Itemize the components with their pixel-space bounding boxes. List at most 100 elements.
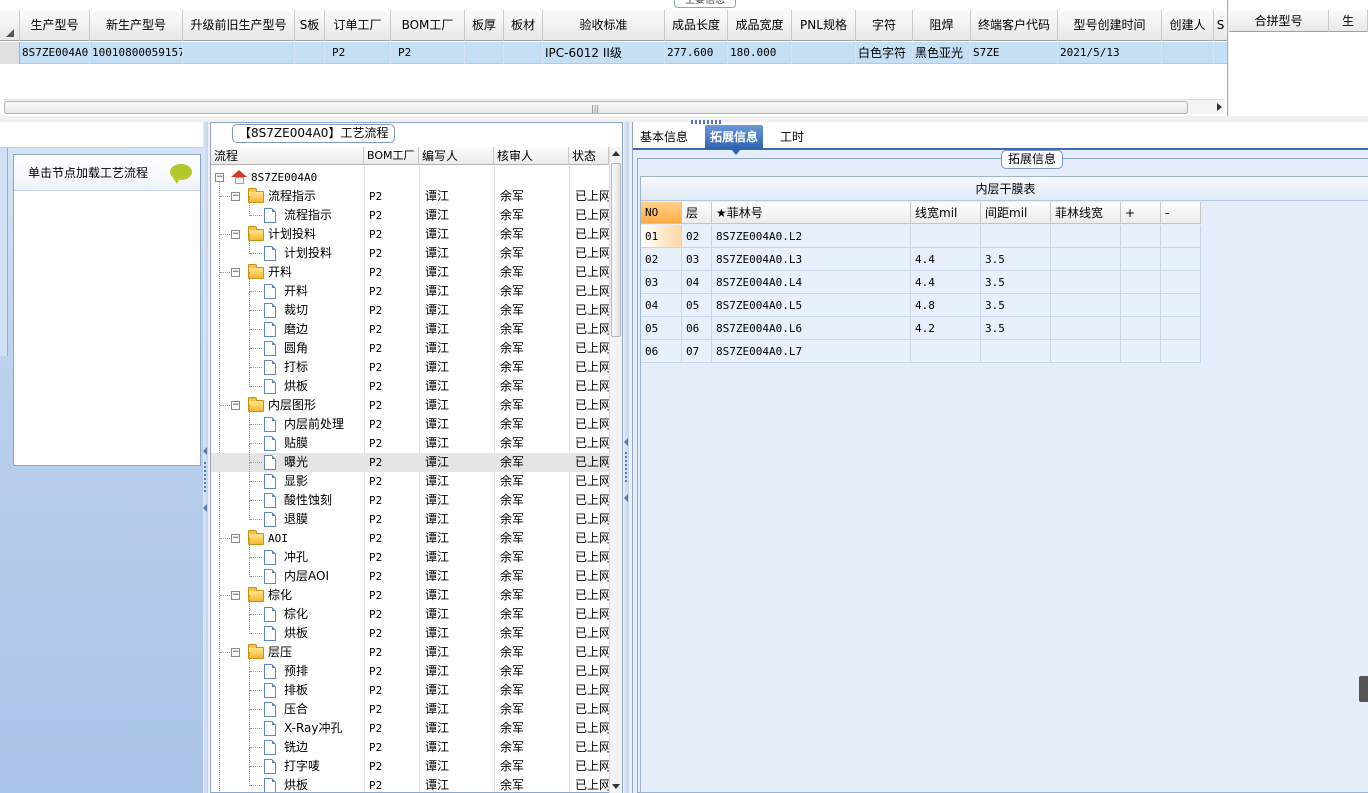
col-bom-factory[interactable]: BOM工厂	[364, 147, 419, 165]
col-process[interactable]: 流程	[211, 147, 364, 165]
col-header-pnl-spec[interactable]: PNL规格	[792, 10, 856, 41]
tree-vscrollbar[interactable]	[609, 147, 622, 793]
scroll-right-arrow-icon[interactable]	[1217, 103, 1222, 111]
col-header-old-model[interactable]: 升级前旧生产型号	[183, 10, 295, 41]
cell-film-no[interactable]: 8S7ZE004A0.L2	[712, 225, 911, 248]
cell-add[interactable]	[1121, 317, 1161, 340]
tree-step-row[interactable]: 预排 P2 谭江 余军 已上网	[211, 652, 609, 681]
tree-step-row[interactable]: 裁切 P2 谭江 余军 已上网	[211, 291, 609, 320]
col-header-new-model[interactable]: 新生产型号	[90, 10, 183, 41]
cell-no[interactable]: 04	[641, 294, 682, 317]
cell-film-line-width[interactable]	[1051, 294, 1121, 317]
tree-step-row[interactable]: 打标 P2 谭江 余军 已上网	[211, 348, 609, 377]
cell-no[interactable]: 03	[641, 271, 682, 294]
cell-add[interactable]	[1121, 271, 1161, 294]
cell-line-width[interactable]	[911, 225, 981, 248]
cell-solder-mask[interactable]: 黑色亚光	[913, 42, 971, 64]
tree-folder-row[interactable]: − 流程指示 P2 谭江 余军 已上网	[211, 187, 609, 206]
cell-no[interactable]: 02	[641, 248, 682, 271]
col-header-add[interactable]: +	[1121, 202, 1161, 224]
cell-remove[interactable]	[1161, 340, 1201, 363]
cell-material[interactable]	[504, 42, 543, 64]
tree-folder-row[interactable]: − 计划投料 P2 谭江 余军 已上网	[211, 225, 609, 244]
tree-step-row[interactable]: 烘板 P2 谭江 余军 已上网	[211, 367, 609, 396]
tree-folder-row[interactable]: − 棕化 P2 谭江 余军 已上网	[211, 586, 609, 605]
cell-spacing[interactable]: 3.5	[981, 271, 1051, 294]
select-all-corner[interactable]	[0, 10, 20, 41]
cell-film-line-width[interactable]	[1051, 317, 1121, 340]
cell-line-width[interactable]: 4.8	[911, 294, 981, 317]
cell-character[interactable]: 白色字符	[856, 42, 913, 64]
col-header-character[interactable]: 字符	[856, 10, 913, 41]
col-header-create-time[interactable]: 型号创建时间	[1058, 10, 1162, 41]
cell-standard[interactable]: IPC-6012 II级	[543, 42, 665, 64]
collapse-toggle-icon[interactable]: −	[231, 648, 240, 657]
tree-step-row[interactable]: 显影 P2 谭江 余军 已上网	[211, 462, 609, 491]
cell-old-model[interactable]	[183, 42, 295, 64]
tree-step-row[interactable]: 铣边 P2 谭江 余军 已上网	[211, 728, 609, 757]
cell-width[interactable]: 180.000	[728, 42, 792, 64]
tree-step-row[interactable]: 开料 P2 谭江 余军 已上网	[211, 272, 609, 301]
cell-thickness[interactable]	[465, 42, 504, 64]
collapse-arrow-icon-2[interactable]	[624, 494, 628, 502]
col-header-order-factory[interactable]: 订单工厂	[325, 10, 391, 41]
tree-folder-row[interactable]: − AOI P2 谭江 余军 已上网	[211, 529, 609, 548]
collapse-toggle-icon[interactable]: −	[231, 534, 240, 543]
main-grid-hscrollbar[interactable]: |||	[4, 99, 1224, 114]
cell-remove[interactable]	[1161, 317, 1201, 340]
cell-line-width[interactable]	[911, 340, 981, 363]
collapse-toggle-icon[interactable]: −	[231, 230, 240, 239]
cell-client-code[interactable]: S7ZE	[971, 42, 1058, 64]
cell-remove[interactable]	[1161, 225, 1201, 248]
cell-remove[interactable]	[1161, 271, 1201, 294]
col-header-material[interactable]: 板材	[504, 10, 543, 41]
cell-add[interactable]	[1121, 340, 1161, 363]
cell-bom-factory[interactable]: P2	[391, 42, 465, 64]
collapse-left-arrow-icon-2[interactable]	[203, 504, 207, 512]
cell-layer[interactable]: 04	[682, 271, 712, 294]
col-header-line-width[interactable]: 线宽mil	[911, 202, 981, 224]
cell-s-board[interactable]	[295, 42, 325, 64]
col-header-length[interactable]: 成品长度	[665, 10, 728, 41]
merge-model-header[interactable]: 合拼型号	[1229, 10, 1329, 32]
col-header-client-code[interactable]: 终端客户代码	[971, 10, 1058, 41]
col-header-thickness[interactable]: 板厚	[465, 10, 504, 41]
cell-new-model[interactable]: 10010800059157	[90, 42, 183, 64]
col-header-bom-factory[interactable]: BOM工厂	[391, 10, 465, 41]
tree-step-row[interactable]: 内层前处理 P2 谭江 余军 已上网	[211, 405, 609, 434]
vscroll-thumb[interactable]	[611, 163, 621, 337]
tab-work-hours[interactable]: 工时	[775, 125, 809, 149]
tree-step-row[interactable]: 退膜 P2 谭江 余军 已上网	[211, 500, 609, 529]
cell-layer[interactable]: 07	[682, 340, 712, 363]
main-info-row[interactable]: 8S7ZE004A0 10010800059157 P2 P2 IPC-6012 II级…	[0, 42, 1227, 64]
cell-s[interactable]	[1214, 42, 1227, 64]
collapse-toggle-icon[interactable]: −	[231, 268, 240, 277]
cell-spacing[interactable]	[981, 225, 1051, 248]
col-header-layer[interactable]: 层	[682, 202, 712, 224]
left-vertical-tab[interactable]	[0, 148, 8, 356]
middle-splitter[interactable]	[624, 122, 629, 793]
cell-film-line-width[interactable]	[1051, 225, 1121, 248]
col-writer[interactable]: 编写人	[419, 147, 494, 165]
tree-step-row[interactable]: 磨边 P2 谭江 余军 已上网	[211, 310, 609, 339]
tree-step-row[interactable]: 压合 P2 谭江 余军 已上网	[211, 690, 609, 719]
cell-length[interactable]: 277.600	[665, 42, 728, 64]
cell-layer[interactable]: 03	[682, 248, 712, 271]
load-process-header[interactable]: 单击节点加载工艺流程	[14, 155, 200, 191]
merge-panel-header-2[interactable]: 生	[1329, 10, 1368, 32]
tree-folder-row[interactable]: − 开料 P2 谭江 余军 已上网	[211, 263, 609, 282]
cell-add[interactable]	[1121, 225, 1161, 248]
col-header-standard[interactable]: 验收标准	[543, 10, 665, 41]
cell-spacing[interactable]: 3.5	[981, 294, 1051, 317]
tree-step-row[interactable]: 棕化 P2 谭江 余军 已上网	[211, 595, 609, 624]
cell-line-width[interactable]: 4.4	[911, 271, 981, 294]
cell-film-line-width[interactable]	[1051, 340, 1121, 363]
tree-step-row[interactable]: 烘板 P2 谭江 余军 已上网	[211, 614, 609, 643]
tree-step-row[interactable]: 曝光 P2 谭江 余军 已上网	[211, 443, 609, 472]
cell-film-no[interactable]: 8S7ZE004A0.L5	[712, 294, 911, 317]
cell-film-no[interactable]: 8S7ZE004A0.L4	[712, 271, 911, 294]
cell-pnl-spec[interactable]	[792, 42, 856, 64]
tab-extended-info[interactable]: 拓展信息	[705, 125, 764, 155]
col-header-solder-mask[interactable]: 阻焊	[913, 10, 971, 41]
tree-step-row[interactable]: 内层AOI P2 谭江 余军 已上网	[211, 557, 609, 586]
